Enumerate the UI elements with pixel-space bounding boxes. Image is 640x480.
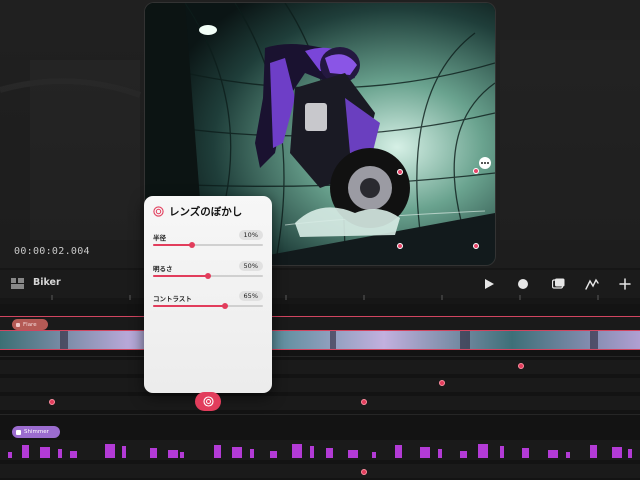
param-label: 明るさ: [153, 265, 173, 273]
radius-slider[interactable]: 半径 10%: [153, 230, 263, 256]
add-icon: [619, 278, 631, 290]
shimmer-bar: [270, 451, 277, 458]
param-value: 10%: [238, 230, 263, 240]
shimmer-bar: [22, 445, 29, 458]
panel-title: レンズのぼかし: [169, 206, 243, 218]
keyframe-lane: [0, 464, 640, 478]
shimmer-bar: [214, 445, 221, 458]
shimmer-bar: [612, 447, 622, 458]
shimmer-bar: [310, 446, 314, 458]
shimmer-bar: [232, 447, 242, 458]
shimmer-bar: [522, 448, 529, 458]
keyframe-marker[interactable]: [361, 469, 367, 475]
shimmer-bar: [395, 445, 402, 458]
keyframe-marker[interactable]: [49, 399, 55, 405]
flare-track-label[interactable]: Flare: [12, 319, 48, 330]
keyframe-marker[interactable]: [518, 363, 524, 369]
layers-icon: [551, 278, 564, 289]
record-icon: [518, 279, 528, 289]
timeline-ruler[interactable]: [0, 290, 640, 304]
shimmer-bar: [326, 448, 333, 458]
transform-handle[interactable]: [473, 243, 479, 249]
shimmer-bar: [168, 450, 178, 458]
shimmer-bar: [566, 452, 570, 458]
video-clip-strip[interactable]: [0, 330, 640, 350]
shimmer-lane: [0, 440, 640, 460]
lens-blur-icon: [153, 206, 164, 217]
shimmer-bar: [40, 447, 50, 458]
param-value: 65%: [238, 291, 263, 301]
keyframe-lane: [0, 396, 640, 410]
param-label: コントラスト: [153, 295, 192, 303]
param-label: 半径: [153, 234, 166, 242]
shimmer-bar: [420, 447, 430, 458]
shimmer-bar: [180, 452, 184, 458]
shimmer-bar: [8, 452, 12, 458]
transform-handle[interactable]: [473, 168, 479, 174]
timecode-display: 00:00:02.004: [14, 246, 90, 257]
shimmer-bar: [438, 449, 442, 458]
transform-handle[interactable]: [397, 169, 403, 175]
shimmer-bar: [105, 444, 115, 458]
shimmer-bar: [548, 450, 558, 458]
brightness-slider[interactable]: 明るさ 50%: [153, 261, 263, 287]
shimmer-bar: [292, 444, 302, 458]
keyframe-marker[interactable]: [439, 380, 445, 386]
viewer-area: 00:00:02.004: [0, 0, 640, 268]
shimmer-bar: [250, 449, 254, 458]
shimmer-bar: [122, 446, 126, 458]
slider-knob[interactable]: [221, 303, 228, 309]
timeline-tracks: Flare Shimmer: [0, 304, 640, 480]
transform-handle[interactable]: [397, 243, 403, 249]
panels-icon[interactable]: [11, 278, 24, 289]
shimmer-bar: [372, 452, 376, 458]
more-options-button[interactable]: [479, 157, 491, 169]
shimmer-bar: [500, 446, 504, 458]
shimmer-track-label[interactable]: Shimmer: [12, 426, 60, 438]
track-checkbox-icon: [16, 429, 21, 435]
shimmer-bar: [628, 449, 632, 458]
slider-knob[interactable]: [188, 242, 195, 248]
keyframe-lane: [0, 378, 640, 392]
keyframe-lane: [0, 360, 640, 374]
flare-lane: [0, 316, 640, 330]
lens-blur-panel: レンズのぼかし 半径 10% 明るさ 50% コントラスト 65%: [144, 196, 272, 393]
shimmer-bar: [150, 448, 157, 458]
shimmer-bar: [58, 449, 62, 458]
effect-node-button[interactable]: [195, 392, 221, 411]
keyframe-marker[interactable]: [361, 399, 367, 405]
play-icon: [485, 279, 494, 289]
lens-blur-icon: [202, 396, 214, 407]
track-checkbox-icon: [16, 322, 20, 327]
project-name: Biker: [33, 277, 61, 288]
contrast-slider[interactable]: コントラスト 65%: [153, 291, 263, 317]
shimmer-bar: [460, 451, 467, 458]
draw-icon: [585, 278, 599, 290]
shimmer-label: Shimmer: [24, 429, 49, 435]
shimmer-bar: [70, 451, 77, 458]
slider-knob[interactable]: [205, 273, 211, 279]
param-value: 50%: [238, 261, 263, 271]
flare-label: Flare: [23, 321, 37, 328]
shimmer-bar: [590, 445, 597, 458]
shimmer-bar: [478, 444, 488, 458]
shimmer-bar: [348, 450, 358, 458]
